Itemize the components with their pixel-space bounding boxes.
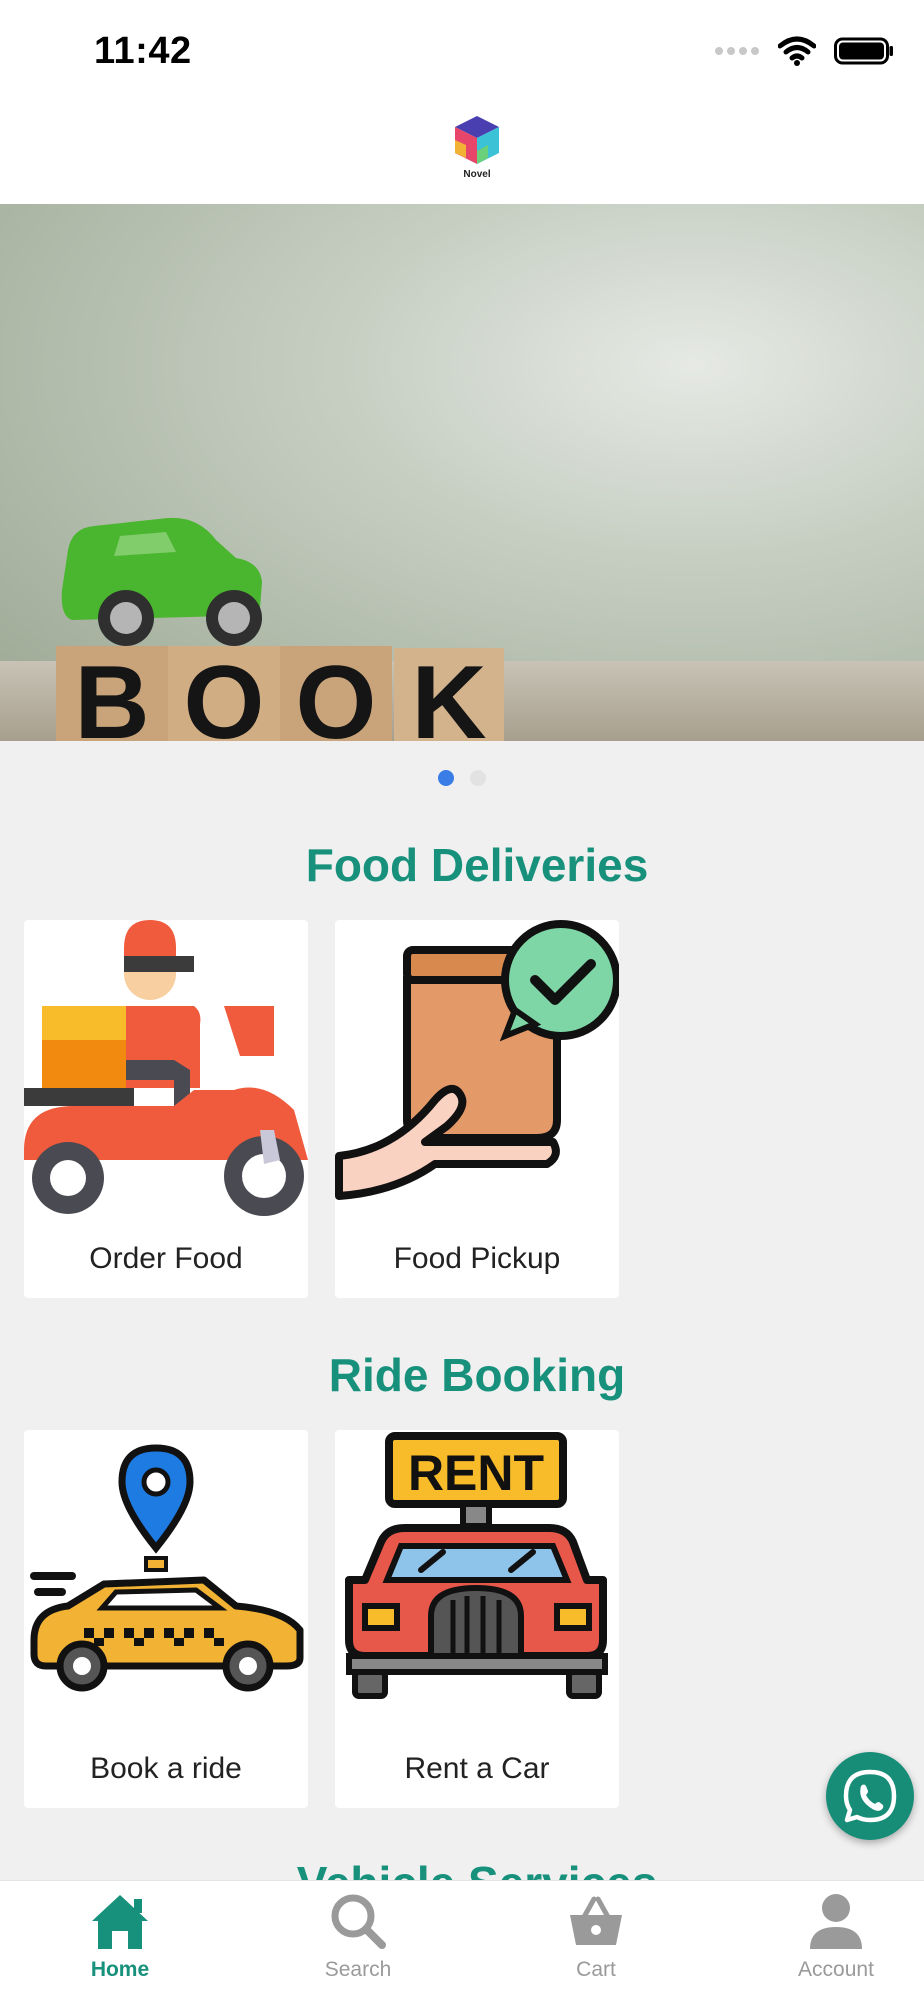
book-now-blocks: B O O K N O W ! [56,517,504,741]
card-label: Book a ride [90,1752,242,1785]
tab-label: Account [798,1958,874,1981]
battery-icon [834,37,893,65]
search-icon [331,1894,386,1949]
tab-label: Home [90,1958,150,1981]
taxi-icon [30,1444,304,1692]
toy-car-icon [61,517,262,646]
card-book-a-ride[interactable]: Book a ride [24,1430,308,1808]
app-header: Novel [0,100,924,204]
pager-dot[interactable] [470,770,486,786]
home-icon [92,1895,148,1949]
status-icons [714,36,894,66]
card-label: Rent a Car [404,1752,550,1785]
food-pickup-icon [335,920,619,1200]
bottom-tab-bar: Home Search Cart Account [0,1880,924,2001]
status-bar: 11:42 [0,0,924,100]
section-title-food-deliveries: Food Deliveries [305,839,649,891]
scooter-delivery-icon [24,920,308,1216]
blocks-row-1: B O O K [56,645,504,741]
logo-text: Novel [463,169,491,180]
block-letter: K [411,645,486,741]
rent-sign-text: RENT [408,1445,544,1501]
whatsapp-button[interactable] [826,1752,914,1840]
app-logo[interactable]: Novel [450,114,504,194]
pager-dot-active[interactable] [438,770,454,786]
cube-logo-icon [455,116,499,164]
signal-icon [715,47,759,55]
tab-home[interactable]: Home [40,1891,200,1982]
cart-icon [570,1896,622,1945]
section-title-ride-booking: Ride Booking [328,1349,626,1401]
tab-search[interactable]: Search [278,1891,438,1982]
block-letter: O [184,645,265,741]
status-time: 11:42 [94,30,192,72]
whatsapp-icon [843,1769,897,1823]
card-label: Order Food [89,1242,243,1275]
promo-banner[interactable]: B O O K N O W ! [0,204,924,741]
banner-pager[interactable] [0,770,924,786]
card-order-food[interactable]: Order Food [24,920,308,1298]
block-letter: O [296,645,377,741]
card-label: Food Pickup [393,1242,561,1275]
tab-account[interactable]: Account [756,1891,916,1982]
account-icon [810,1894,862,1949]
wifi-icon [778,36,816,66]
tab-label: Search [324,1958,392,1981]
card-rent-a-car[interactable]: RENT Rent a Car [335,1430,619,1808]
tab-cart[interactable]: Cart [516,1891,676,1982]
block-letter: B [74,645,149,741]
card-food-pickup[interactable]: Food Pickup [335,920,619,1298]
tab-label: Cart [576,1958,616,1981]
rent-car-icon: RENT [345,1432,608,1699]
